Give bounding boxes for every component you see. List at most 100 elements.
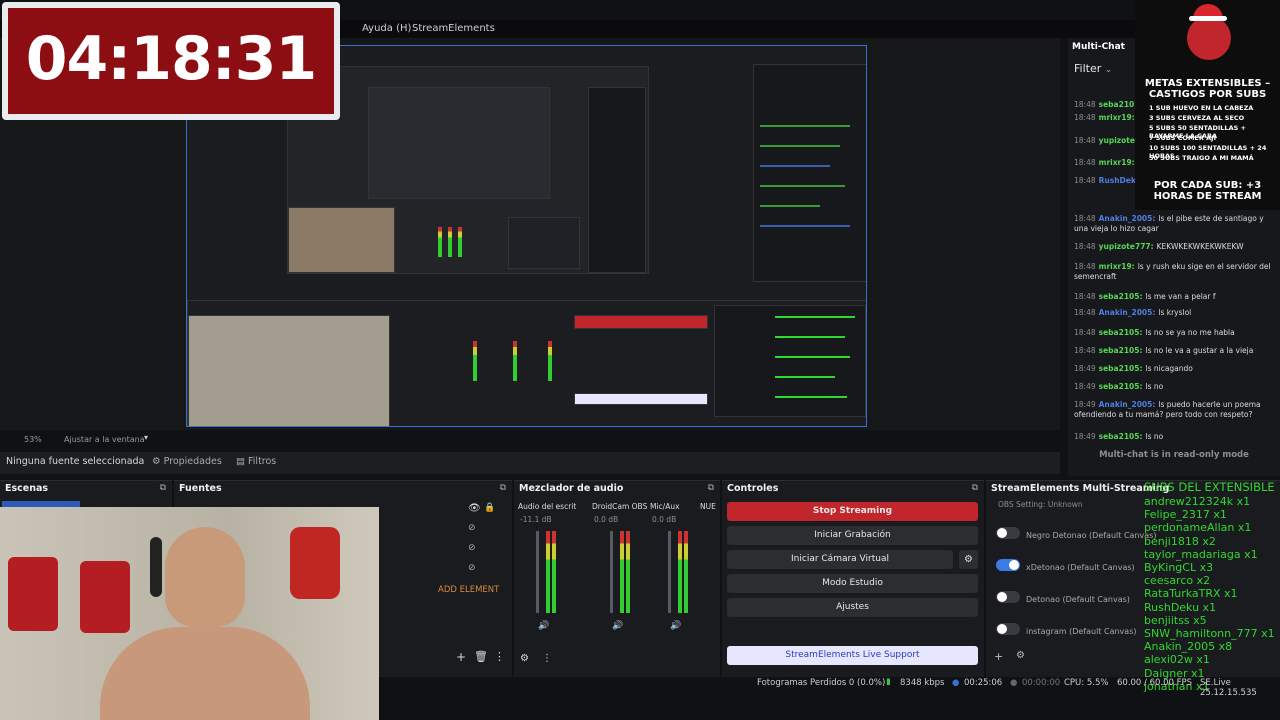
nested-preview [287, 66, 649, 274]
dock-float-icon[interactable]: ⧉ [708, 483, 714, 493]
timer-value: 04:18:31 [25, 24, 317, 94]
dock-float-icon[interactable]: ⧉ [160, 483, 166, 493]
multichat-filter[interactable]: Filter ⌄ [1074, 62, 1112, 75]
stream-target-name: Detonao (Default Canvas) [1026, 595, 1130, 604]
chevron-down-icon[interactable]: ⌄ [1105, 65, 1113, 75]
visibility-hidden-icon[interactable]: ⊘ [468, 523, 476, 533]
virtual-camera-button[interactable]: Iniciar Cámara Virtual [727, 550, 953, 569]
metas-overlay: METAS EXTENSIBLES – CASTIGOS POR SUBS 1 … [1135, 0, 1280, 210]
sources-title: Fuentes [179, 483, 222, 494]
volume-slider[interactable] [536, 531, 539, 613]
sub-entry: RushDeku x1 [1144, 600, 1217, 614]
chat-time: 18:49 [1074, 364, 1096, 373]
fit-dropdown-icon[interactable]: ▾ [144, 433, 148, 442]
add-element-button[interactable]: ADD ELEMENT [438, 585, 499, 595]
menu-ayuda[interactable]: Ayuda (H) [362, 23, 411, 34]
chat-time: 18:49 [1074, 400, 1096, 409]
chat-message: 18:49 seba2105: ls no [1074, 382, 1274, 392]
dock-float-icon[interactable]: ⧉ [972, 483, 978, 493]
scenes-title: Escenas [5, 483, 49, 494]
stream-toggle[interactable] [996, 559, 1020, 571]
chat-user: seba2105: [1098, 432, 1143, 441]
settings-button[interactable]: Ajustes [727, 598, 978, 617]
chat-text: KEKWKEKWKEKWKEKW [1156, 242, 1244, 251]
studio-mode-button[interactable]: Modo Estudio [727, 574, 978, 593]
filters-button[interactable]: ▤ Filtros [236, 456, 276, 467]
flag-image [290, 527, 340, 599]
person-head [165, 527, 245, 627]
audio-meter [546, 531, 550, 613]
speaker-icon[interactable]: 🔊 [670, 621, 681, 631]
more-options-icon[interactable]: ⋮ [494, 650, 505, 663]
speaker-icon[interactable]: 🔊 [612, 621, 623, 631]
sub-entry: alexi02w x1 [1144, 653, 1210, 667]
volume-slider[interactable] [668, 531, 671, 613]
status-bar: Fotogramas Perdidos 0 (0.0%) ▮ 8348 kbps… [740, 676, 1280, 698]
sub-entry: perdonameAllan x1 [1144, 521, 1252, 535]
stream-timer: 04:18:31 [2, 2, 340, 120]
source-toolbar: Ninguna fuente seleccionada ⚙ Propiedade… [0, 452, 1060, 474]
add-source-icon[interactable]: + [456, 650, 466, 664]
chat-message: 18:48 seba2105: ls no le va a gustar a la … [1074, 346, 1274, 356]
webcam-feed [0, 507, 379, 720]
start-recording-button[interactable]: Iniciar Grabación [727, 526, 978, 545]
gear-icon[interactable]: ⚙ [1016, 650, 1025, 661]
add-target-icon[interactable]: + [994, 650, 1003, 663]
nested-preview-inner [368, 87, 550, 199]
sub-entry: benji1818 x2 [1144, 534, 1216, 548]
audio-meter [552, 531, 556, 613]
headphones-icon [150, 537, 162, 597]
chat-user: mrixr19: [1098, 262, 1135, 271]
sub-entry: taylor_madariaga x1 [1144, 547, 1258, 561]
visibility-hidden-icon[interactable]: ⊘ [468, 543, 476, 553]
record-icon: ● [1010, 678, 1018, 688]
jersey-image [80, 561, 130, 633]
sub-entry: benjiitss x5 [1144, 613, 1207, 627]
sub-entry: RataTurkaTRX x1 [1144, 587, 1238, 601]
visibility-hidden-icon[interactable]: ⊘ [468, 563, 476, 573]
mixer-settings-icon[interactable]: ⚙ [520, 653, 529, 664]
volume-slider[interactable] [610, 531, 613, 613]
fit-window-label[interactable]: Ajustar a la ventana [64, 435, 145, 444]
audio-meter [684, 531, 688, 613]
speaker-icon[interactable]: 🔊 [538, 621, 549, 631]
chat-time: 18:49 [1074, 432, 1096, 441]
zoom-level[interactable]: 53% [24, 435, 42, 444]
chat-time: 18:48 [1074, 113, 1096, 122]
chat-time: 18:48 [1074, 308, 1096, 317]
filter-icon: ▤ [236, 456, 245, 467]
gear-icon[interactable]: ⚙ [959, 550, 978, 569]
live-support-button[interactable]: StreamElements Live Support [727, 646, 978, 665]
dropped-frames: Fotogramas Perdidos 0 (0.0%) [757, 678, 886, 688]
stop-streaming-button[interactable]: Stop Streaming [727, 502, 978, 521]
sub-entry: andrew212324k x1 [1144, 495, 1251, 508]
chat-user: Anakin_2005: [1098, 400, 1156, 409]
mixer-channel-name: DroidCam OBS [592, 502, 648, 511]
nested-support-btn [574, 393, 708, 405]
stream-toggle[interactable] [996, 527, 1020, 539]
chat-text: ls nicagando [1145, 364, 1193, 373]
chat-user: seba2105: [1098, 382, 1143, 391]
chat-message: 18:48 yupizote777: KEKWKEKWKEKWKEKW [1074, 242, 1274, 252]
sub-entry: ByKingCL x3 [1144, 561, 1214, 574]
stream-toggle[interactable] [996, 591, 1020, 603]
properties-button[interactable]: ⚙ Propiedades [152, 456, 222, 467]
chat-time: 18:48 [1074, 136, 1096, 145]
more-options-icon[interactable]: ⋮ [542, 653, 552, 664]
lock-icon[interactable]: 🔒 [484, 503, 495, 513]
controls-buttons: Stop Streaming Iniciar Grabación Iniciar… [727, 502, 978, 674]
mixer-channel-db: 0.0 dB [594, 515, 619, 524]
dock-float-icon[interactable]: ⧉ [500, 483, 506, 493]
stream-toggle[interactable] [996, 623, 1020, 635]
version: SE.Live 25.12.15.535 [1200, 678, 1257, 698]
filter-label[interactable]: Filter [1074, 62, 1101, 75]
nested-subs [714, 305, 866, 417]
mixer-channel-db: 0.0 dB [652, 515, 677, 524]
chat-message: 18:48 seba2105: ls me van a pelar f [1074, 292, 1274, 302]
menu-streamelements[interactable]: StreamElements [412, 23, 495, 34]
sub-entry: Anakin_2005 x8 [1144, 640, 1233, 654]
chat-user: yupizote777: [1098, 242, 1154, 251]
chat-message: 18:49 Anakin_2005: ls puedo hacerle un poe… [1074, 400, 1274, 420]
trash-icon[interactable]: 🗑 [474, 650, 488, 663]
visibility-eye-icon[interactable]: 👁 [468, 503, 481, 514]
